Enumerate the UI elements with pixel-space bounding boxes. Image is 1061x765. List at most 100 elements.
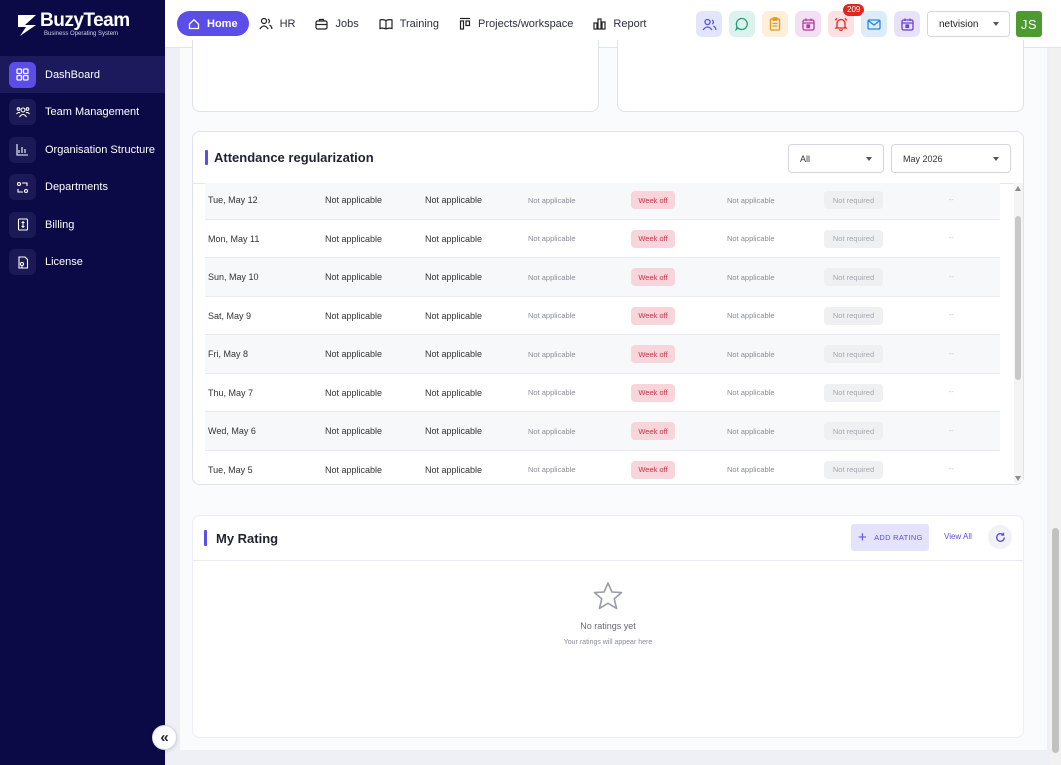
- row-status-cell: Week off: [631, 451, 675, 484]
- calendar-icon: [801, 18, 815, 31]
- row-action: --: [949, 389, 954, 396]
- logo-text: BuzyTeam Business Operating System: [40, 11, 130, 38]
- row-cell: Not applicable: [727, 195, 775, 205]
- sidebar-item-label: DashBoard: [45, 68, 101, 81]
- row-cell: Not applicable: [425, 310, 483, 321]
- empty-star-icon: [593, 582, 623, 610]
- attendance-table: Tue, May 12 Not applicable Not applicable N…: [205, 183, 1011, 483]
- row-date: Fri, May 8: [208, 349, 249, 359]
- sidebar-item-team-management[interactable]: Team Management: [0, 94, 165, 131]
- dashboard-grid-icon: [9, 61, 36, 88]
- user-avatar[interactable]: JS: [1016, 11, 1042, 37]
- chevron-down-icon: [993, 157, 999, 161]
- row-approval-cell: Not required: [824, 220, 883, 258]
- schedule-button[interactable]: [894, 11, 920, 37]
- tab-report[interactable]: Report: [583, 11, 656, 36]
- row-status-cell: Week off: [631, 412, 675, 450]
- add-rating-button[interactable]: + ADD RATING: [851, 524, 929, 551]
- scroll-down-arrow-icon[interactable]: [1015, 476, 1021, 481]
- row-date: Sun, May 10: [208, 272, 259, 282]
- row-cell: Not applicable: [727, 388, 775, 397]
- calendar-button[interactable]: [795, 11, 821, 37]
- organization-select[interactable]: netvision: [927, 11, 1010, 37]
- table-row: Wed, May 6 Not applicable Not applicable No…: [205, 412, 1000, 451]
- page-scrollbar-thumb[interactable]: [1052, 528, 1059, 753]
- not-required-badge: Not required: [824, 268, 883, 286]
- tasks-button[interactable]: [762, 11, 788, 37]
- tab-label: Home: [207, 17, 238, 30]
- row-date: Sat, May 9: [208, 310, 252, 321]
- brand-logo[interactable]: BuzyTeam Business Operating System: [16, 11, 130, 38]
- brand-tagline: Business Operating System: [44, 31, 119, 37]
- tab-projects-workspace[interactable]: Projects/workspace: [449, 11, 583, 36]
- rating-title: My Rating: [204, 530, 278, 546]
- widget-card-right: [617, 40, 1024, 112]
- week-off-badge: Week off: [631, 229, 675, 248]
- view-all-ratings-link[interactable]: View All: [944, 532, 972, 541]
- row-cell: Not applicable: [325, 310, 383, 321]
- bell-icon: [834, 17, 848, 31]
- attendance-table-scrollbar[interactable]: [1014, 183, 1023, 483]
- chat-button[interactable]: [729, 11, 755, 37]
- sidebar-item-billing[interactable]: Billing: [0, 206, 165, 243]
- sidebar-item-organisation-structure[interactable]: Organisation Structure: [0, 131, 165, 168]
- row-action: --: [949, 466, 954, 473]
- row-action: --: [949, 196, 954, 204]
- tab-label: Projects/workspace: [478, 17, 574, 30]
- row-date: Mon, May 11: [208, 233, 260, 244]
- topbar-quick-actions: 209: [696, 4, 927, 37]
- attendance-filter-select[interactable]: All: [788, 144, 884, 173]
- sidebar-collapse-button[interactable]: «: [152, 725, 177, 750]
- mail-button[interactable]: [861, 11, 887, 37]
- mail-icon: [867, 18, 881, 30]
- sidebar-nav: DashBoard Team Management Organisation S…: [0, 56, 165, 281]
- page-scrollbar[interactable]: [1050, 48, 1061, 765]
- row-approval-cell: Not required: [824, 183, 883, 219]
- week-off-badge: Week off: [631, 306, 675, 325]
- tab-jobs[interactable]: Jobs: [305, 11, 368, 36]
- people-icon: [258, 17, 273, 30]
- sidebar-item-departments[interactable]: Departments: [0, 169, 165, 206]
- row-cell: Not applicable: [727, 311, 775, 320]
- row-cell: Not applicable: [325, 387, 383, 398]
- row-cell: Not applicable: [727, 234, 775, 243]
- report-chart-icon: [593, 18, 607, 30]
- row-cell: Not applicable: [528, 426, 576, 436]
- add-rating-label: ADD RATING: [874, 533, 923, 542]
- row-cell: Not applicable: [528, 349, 576, 359]
- refresh-ratings-button[interactable]: [988, 525, 1012, 549]
- license-icon: [9, 249, 36, 275]
- book-icon: [379, 18, 393, 30]
- clipboard-icon: [769, 17, 781, 31]
- tab-hr[interactable]: HR: [249, 11, 306, 36]
- attendance-filter-value: All: [800, 153, 811, 164]
- tab-home[interactable]: Home: [177, 11, 249, 36]
- row-approval-cell: Not required: [824, 374, 883, 412]
- week-off-badge: Week off: [631, 191, 675, 209]
- row-status-cell: Week off: [631, 220, 675, 258]
- team-members-button[interactable]: [696, 11, 722, 37]
- row-cell: Not applicable: [727, 349, 775, 359]
- logo-mark-icon: [18, 14, 36, 36]
- row-action: --: [949, 273, 954, 281]
- attendance-month-select[interactable]: May 2026: [891, 144, 1011, 173]
- row-status-cell: Week off: [631, 183, 675, 219]
- sidebar-item-license[interactable]: License: [0, 244, 165, 281]
- main-tabs: Home HR Jobs Training Projects/workspace…: [177, 11, 656, 36]
- row-cell: Not applicable: [325, 195, 383, 205]
- not-required-badge: Not required: [824, 191, 883, 209]
- brand-name: BuzyTeam: [40, 10, 130, 31]
- sidebar: BuzyTeam Business Operating System DashB…: [0, 0, 165, 765]
- week-off-badge: Week off: [631, 383, 675, 402]
- row-date: Tue, May 5: [208, 464, 253, 475]
- notifications-button[interactable]: 209: [828, 4, 865, 37]
- tab-training[interactable]: Training: [369, 11, 449, 36]
- attendance-month-value: May 2026: [903, 153, 943, 164]
- scroll-up-arrow-icon[interactable]: [1015, 186, 1021, 191]
- team-icon: [9, 99, 36, 125]
- scrollbar-thumb[interactable]: [1015, 216, 1021, 380]
- not-required-badge: Not required: [824, 306, 883, 325]
- row-cell: Not applicable: [325, 349, 383, 359]
- sidebar-item-label: Team Management: [45, 106, 140, 118]
- sidebar-item-dashboard[interactable]: DashBoard: [0, 56, 165, 93]
